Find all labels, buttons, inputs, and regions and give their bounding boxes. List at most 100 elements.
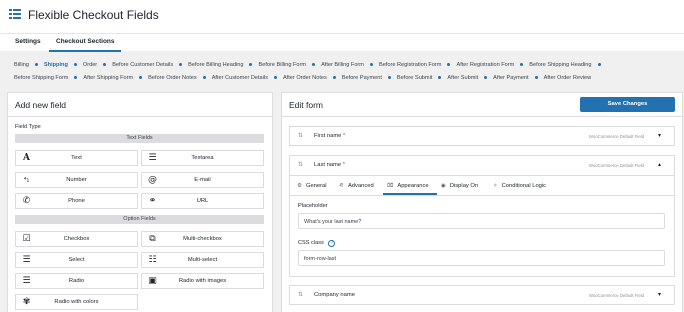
section-link[interactable]: After Shipping Form: [83, 75, 133, 81]
field-textarea-button[interactable]: ☰ Textarea: [141, 150, 264, 166]
field-type-label: Field Type: [15, 124, 41, 130]
section-link[interactable]: Before Registration Form: [379, 62, 442, 68]
field-row-first-name[interactable]: ⇅ First name * WooCommerce Default Field…: [289, 126, 675, 146]
section-link[interactable]: Before Submit: [397, 75, 432, 81]
tab-settings[interactable]: Settings: [15, 38, 41, 45]
field-label: Radio: [68, 278, 85, 284]
field-label: Textarea: [191, 155, 214, 161]
list-logo-icon: [9, 9, 21, 22]
tab-appearance[interactable]: ⌧ Appearance: [387, 183, 429, 189]
css-class-label: CSS class ?: [298, 240, 336, 247]
default-field-tag: WooCommerce Default Field: [588, 293, 644, 298]
section-link[interactable]: After Payment: [493, 75, 528, 81]
required-mark: *: [342, 162, 345, 168]
section-link[interactable]: After Submit: [447, 75, 478, 81]
field-label: Multi-checkbox: [183, 236, 222, 242]
section-link[interactable]: Shipping: [44, 62, 68, 68]
field-label: Checkbox: [63, 236, 90, 242]
edit-form-title: Edit form: [289, 100, 324, 110]
field-row-name: First name *: [314, 133, 346, 139]
drag-handle-icon[interactable]: ⇅: [298, 132, 303, 139]
separator-dot: [332, 75, 336, 79]
section-link[interactable]: After Order Notes: [283, 75, 327, 81]
field-phone-button[interactable]: ✆ Phone: [15, 193, 138, 209]
separator-dot: [103, 62, 107, 66]
section-link[interactable]: After Registration Form: [456, 62, 514, 68]
field-multi-select-button[interactable]: ☷ Multi-select: [141, 252, 264, 268]
field-row-company-name[interactable]: ⇅ Company name WooCommerce Default Field…: [289, 285, 675, 305]
eye-icon: ◉: [441, 183, 446, 189]
field-label: Radio with colors: [54, 299, 99, 305]
field-label: Text: [71, 155, 82, 161]
field-label: Radio with images: [178, 278, 227, 284]
expand-toggle-icon[interactable]: ▾: [658, 132, 661, 139]
separator-dot: [438, 75, 442, 79]
section-link[interactable]: Before Order Notes: [148, 75, 197, 81]
field-multi-checkbox-button[interactable]: ⧉ Multi-checkbox: [141, 231, 264, 247]
default-field-tag: WooCommerce Default Field: [588, 134, 644, 139]
sliders-icon: ⚟: [339, 183, 344, 189]
separator-dot: [74, 75, 78, 79]
tabs-divider: [290, 195, 674, 196]
active-edit-tab-indicator: [383, 193, 437, 195]
separator-dot: [273, 75, 277, 79]
row-divider: [290, 175, 674, 176]
separator-dot: [447, 62, 451, 66]
field-row-name: Company name: [314, 292, 355, 298]
section-link[interactable]: Billing: [14, 62, 29, 68]
tab-checkout-sections[interactable]: Checkout Sections: [56, 38, 115, 45]
tab-advanced[interactable]: ⚟ Advanced: [339, 183, 374, 189]
separator-dot: [139, 75, 143, 79]
section-link[interactable]: Before Billing Heading: [188, 62, 243, 68]
section-link[interactable]: After Order Review: [544, 75, 592, 81]
placeholder-input[interactable]: What's your last name?: [298, 213, 665, 229]
drag-handle-icon[interactable]: ⇅: [298, 291, 303, 298]
option-fields-group: Option Fields: [15, 215, 264, 224]
field-number-button[interactable]: ⁴₁ Number: [15, 172, 138, 188]
field-text-button[interactable]: A Text: [15, 150, 138, 166]
separator-dot: [484, 75, 488, 79]
drag-handle-icon[interactable]: ⇅: [298, 161, 303, 168]
tab-display-on[interactable]: ◉ Display On: [441, 183, 478, 189]
separator-dot: [520, 62, 524, 66]
help-icon[interactable]: ?: [328, 240, 336, 247]
collapse-toggle-icon[interactable]: ▴: [658, 161, 661, 168]
section-link[interactable]: Before Shipping Heading: [529, 62, 591, 68]
tab-general[interactable]: ⚙ General: [297, 183, 327, 189]
panel-divider: [281, 116, 683, 117]
field-url-button[interactable]: ⚭ URL: [141, 193, 264, 209]
section-link[interactable]: Before Billing Form: [258, 62, 306, 68]
field-row-name: Last name *: [314, 162, 345, 168]
separator-dot: [179, 62, 183, 66]
active-tab-indicator: [49, 50, 121, 52]
save-changes-button[interactable]: Save Changes: [580, 97, 675, 112]
section-link[interactable]: Before Customer Details: [112, 62, 173, 68]
field-label: Multi-select: [187, 257, 218, 263]
sections-nav: Billing Shipping Order Before Customer Deta…: [14, 59, 674, 85]
separator-dot: [202, 75, 206, 79]
default-field-tag: WooCommerce Default Field: [588, 163, 644, 168]
separator-dot: [534, 75, 538, 79]
separator-dot: [312, 62, 316, 66]
section-link[interactable]: Before Shipping Form: [14, 75, 68, 81]
separator-dot: [73, 62, 77, 66]
field-checkbox-button[interactable]: ☑ Checkbox: [15, 231, 138, 247]
field-radio-colors-button[interactable]: ✾ Radio with colors: [15, 294, 138, 310]
tab-conditional-logic[interactable]: ✧ Conditional Logic: [493, 183, 546, 189]
section-link[interactable]: After Customer Details: [212, 75, 268, 81]
field-select-button[interactable]: ☰ Select: [15, 252, 138, 268]
section-link[interactable]: After Billing Form: [321, 62, 364, 68]
field-label: URL: [196, 198, 209, 204]
separator-dot: [34, 62, 38, 66]
field-email-button[interactable]: @ E-mail: [141, 172, 264, 188]
css-class-input[interactable]: form-row-last: [298, 250, 665, 266]
section-link[interactable]: Before Payment: [342, 75, 382, 81]
section-link[interactable]: Order: [83, 62, 97, 68]
separator-dot: [387, 75, 391, 79]
separator-dot: [597, 62, 601, 66]
field-radio-images-button[interactable]: ▣ Radio with images: [141, 273, 264, 289]
field-radio-button[interactable]: ☰ Radio: [15, 273, 138, 289]
field-label: Phone: [68, 198, 85, 204]
field-label: Select: [68, 257, 85, 263]
expand-toggle-icon[interactable]: ▾: [658, 291, 661, 298]
